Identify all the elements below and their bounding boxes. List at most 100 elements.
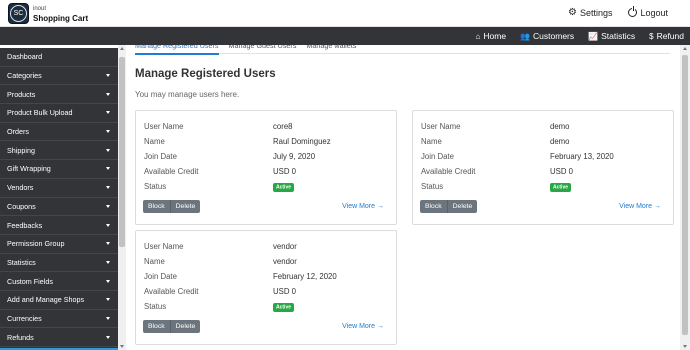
user-field-row: Join Date July 9, 2020 bbox=[144, 152, 394, 162]
sidebar-item-custom-fields[interactable]: Custom Fields bbox=[0, 272, 118, 291]
sidebar-item-dashboard[interactable]: Dashboard bbox=[0, 48, 118, 67]
caret-down-icon bbox=[106, 204, 110, 208]
sidebar-item-gift-wrapping[interactable]: Gift Wrapping bbox=[0, 160, 118, 179]
status-badge: Active bbox=[273, 302, 295, 312]
user-actions: Block Delete bbox=[143, 320, 201, 333]
field-value: Active bbox=[273, 182, 295, 192]
sidebar-item-orders[interactable]: Orders bbox=[0, 123, 118, 142]
field-value: vendor bbox=[273, 242, 297, 251]
arrow-right-icon: → bbox=[375, 323, 384, 330]
delete-button[interactable]: Delete bbox=[447, 200, 478, 213]
sidebar-item-label: Orders bbox=[7, 127, 29, 137]
sidebar-item-currencies[interactable]: Currencies bbox=[0, 310, 118, 329]
sidebar-item-shipping[interactable]: Shipping bbox=[0, 141, 118, 161]
sidebar-item-product-bulk-upload[interactable]: Product Bulk Upload bbox=[0, 104, 118, 123]
sidebar-item-products[interactable]: Products bbox=[0, 85, 118, 105]
sidebar-item-permission-group[interactable]: Permission Group bbox=[0, 235, 118, 254]
caret-down-icon bbox=[106, 335, 110, 339]
nav-refund[interactable]: $ Refund bbox=[649, 31, 684, 41]
sidebar-scroll-thumb[interactable] bbox=[119, 57, 125, 247]
user-field-row: Available Credit USD 0 bbox=[144, 167, 394, 177]
sidebar-item-label: Feedbacks bbox=[7, 220, 43, 230]
block-button[interactable]: Block bbox=[143, 200, 171, 213]
block-button[interactable]: Block bbox=[420, 200, 448, 213]
logout-link[interactable]: Logout bbox=[628, 6, 668, 18]
nav-customers[interactable]: 👥 Customers bbox=[520, 31, 574, 41]
user-card: User Name vendor Name vendor Join Date Februa… bbox=[135, 230, 397, 345]
scroll-down-icon[interactable] bbox=[683, 345, 687, 348]
field-label: Name bbox=[144, 257, 165, 266]
field-label: User Name bbox=[144, 122, 184, 131]
field-value: Raul Dominguez bbox=[273, 137, 331, 146]
caret-down-icon bbox=[106, 223, 110, 227]
logo-mark-icon: SC bbox=[8, 3, 29, 24]
home-icon: ⌂ bbox=[475, 31, 481, 41]
field-label: Available Credit bbox=[421, 167, 476, 176]
main-content: Manage Registered Users Manage Guest User… bbox=[126, 45, 680, 350]
caret-down-icon bbox=[106, 186, 110, 190]
gear-icon: ⚙ bbox=[567, 7, 577, 18]
user-field-row: Available Credit USD 0 bbox=[144, 287, 394, 297]
field-label: Join Date bbox=[144, 272, 177, 281]
user-field-row: Name demo bbox=[421, 137, 671, 147]
power-icon bbox=[628, 6, 638, 17]
field-value: core8 bbox=[273, 122, 293, 131]
caret-down-icon bbox=[106, 167, 110, 171]
nav-home[interactable]: ⌂ Home bbox=[476, 31, 507, 41]
user-field-row: User Name demo bbox=[421, 122, 671, 132]
sidebar: Dashboard Categories Products Product Bulk … bbox=[0, 48, 118, 350]
sidebar-item-feedbacks[interactable]: Feedbacks bbox=[0, 216, 118, 235]
sidebar-item-categories[interactable]: Categories bbox=[0, 67, 118, 86]
main-navbar: ⌂ Home 👥 Customers 📈 Statistics $ Refund bbox=[0, 27, 690, 45]
sidebar-item-label: Statistics bbox=[7, 257, 36, 267]
view-more-link[interactable]: View More → bbox=[619, 203, 661, 210]
sidebar-item-add-and-manage-shops[interactable]: Add and Manage Shops bbox=[0, 291, 118, 310]
sidebar-item-label: Vendors bbox=[7, 183, 34, 193]
field-value: USD 0 bbox=[273, 287, 296, 296]
page-title: Manage Registered Users bbox=[135, 68, 276, 80]
scroll-up-icon[interactable] bbox=[683, 47, 687, 50]
user-card: User Name demo Name demo Join Date February 1… bbox=[412, 110, 674, 225]
field-label: Name bbox=[421, 137, 442, 146]
sidebar-scrollbar[interactable] bbox=[118, 45, 126, 350]
tab-manage-registered-users[interactable]: Manage Registered Users bbox=[135, 45, 219, 55]
status-badge: Active bbox=[273, 182, 295, 192]
tab-manage-wallets[interactable]: Manage wallets bbox=[306, 45, 356, 55]
sidebar-item-refunds[interactable]: Refunds bbox=[0, 328, 118, 347]
main-scroll-thumb[interactable] bbox=[682, 55, 688, 335]
brand-line1: inout bbox=[33, 5, 47, 12]
settings-label: Settings bbox=[579, 7, 613, 18]
caret-down-icon bbox=[106, 260, 110, 264]
scroll-down-icon[interactable] bbox=[120, 345, 124, 348]
sidebar-item-coupons[interactable]: Coupons bbox=[0, 198, 118, 217]
field-value: USD 0 bbox=[273, 167, 296, 176]
nav-label: Statistics bbox=[601, 31, 636, 41]
brand-logo[interactable]: SC inout Shopping Cart bbox=[8, 3, 88, 24]
scroll-up-icon[interactable] bbox=[120, 47, 124, 50]
delete-button[interactable]: Delete bbox=[170, 320, 201, 333]
nav-label: Customers bbox=[533, 31, 575, 41]
user-field-row: User Name core8 bbox=[144, 122, 394, 132]
sidebar-item-label: Categories bbox=[7, 71, 42, 81]
block-button[interactable]: Block bbox=[143, 320, 171, 333]
caret-down-icon bbox=[106, 148, 110, 152]
delete-button[interactable]: Delete bbox=[170, 200, 201, 213]
main-scrollbar[interactable] bbox=[680, 45, 690, 350]
caret-down-icon bbox=[106, 74, 110, 78]
tab-manage-guest-users[interactable]: Manage Guest Users bbox=[229, 45, 297, 55]
caret-down-icon bbox=[106, 279, 110, 283]
caret-down-icon bbox=[106, 242, 110, 246]
user-field-row: Name Raul Dominguez bbox=[144, 137, 394, 147]
view-more-link[interactable]: View More → bbox=[342, 323, 384, 330]
user-field-row: Name vendor bbox=[144, 257, 394, 267]
sidebar-item-vendors[interactable]: Vendors bbox=[0, 179, 118, 198]
field-label: Join Date bbox=[421, 152, 454, 161]
nav-statistics[interactable]: 📈 Statistics bbox=[588, 31, 635, 41]
view-more-link[interactable]: View More → bbox=[342, 203, 384, 210]
sidebar-item-statistics[interactable]: Statistics bbox=[0, 254, 118, 273]
user-field-row: Status Active bbox=[144, 302, 394, 312]
status-badge: Active bbox=[550, 182, 572, 192]
settings-link[interactable]: ⚙ Settings bbox=[568, 7, 613, 18]
view-more-label: View More bbox=[619, 203, 653, 210]
customers-icon: 👥 bbox=[520, 31, 531, 41]
